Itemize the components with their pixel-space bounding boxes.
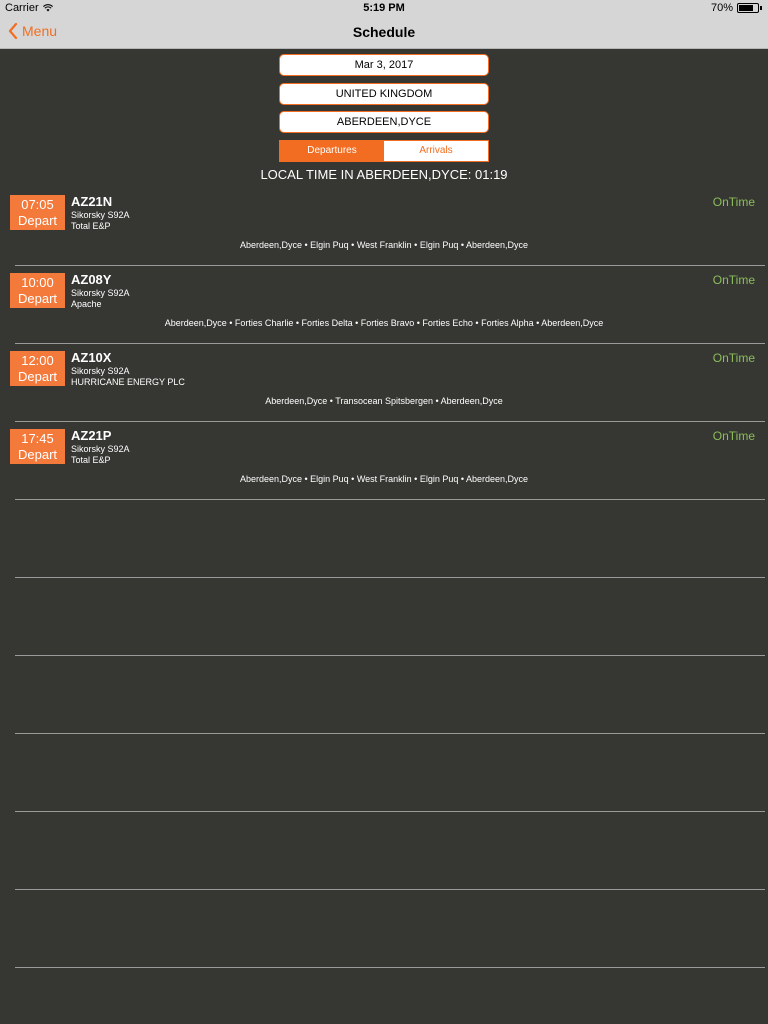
flight-code: AZ08Y: [71, 272, 112, 287]
date-field[interactable]: Mar 3, 2017: [279, 54, 489, 76]
departure-time-badge: 12:00 Depart: [10, 351, 65, 386]
status-time: 5:19 PM: [363, 2, 405, 14]
flight-type: Depart: [17, 213, 58, 228]
flight-type: Depart: [17, 447, 58, 462]
empty-row-separator: [15, 967, 765, 968]
flight-route: Aberdeen,Dyce • Elgin Puq • West Frankli…: [239, 474, 529, 484]
battery-indicator: 70%: [711, 2, 762, 14]
operator-name: Apache: [71, 299, 102, 309]
aircraft-type: Sikorsky S92A: [71, 288, 130, 298]
navigation-bar: Menu Schedule: [0, 16, 768, 49]
row-separator: [15, 343, 765, 344]
airport-field[interactable]: ABERDEEN,DYCE: [279, 111, 489, 133]
empty-row-separator: [15, 733, 765, 734]
flight-type: Depart: [17, 369, 58, 384]
flight-row[interactable]: 10:00 Depart AZ08Y Sikorsky S92A Apache …: [0, 267, 768, 345]
flight-status: OnTime: [712, 273, 755, 287]
departure-time-badge: 10:00 Depart: [10, 273, 65, 308]
flight-row[interactable]: 07:05 Depart AZ21N Sikorsky S92A Total E…: [0, 189, 768, 267]
flight-status: OnTime: [712, 351, 755, 365]
operator-name: Total E&P: [71, 221, 111, 231]
battery-icon: [737, 3, 759, 13]
departure-time-badge: 17:45 Depart: [10, 429, 65, 464]
status-bar: Carrier 5:19 PM 70%: [0, 0, 768, 16]
aircraft-type: Sikorsky S92A: [71, 366, 130, 376]
empty-row-separator: [15, 889, 765, 890]
row-separator: [15, 265, 765, 266]
flight-time: 17:45: [21, 431, 54, 446]
battery-percent: 70%: [710, 2, 733, 14]
aircraft-type: Sikorsky S92A: [71, 444, 130, 454]
flight-route: Aberdeen,Dyce • Transocean Spitsbergen •…: [265, 396, 503, 406]
flight-status: OnTime: [712, 195, 755, 209]
row-separator: [15, 499, 765, 500]
page-title: Schedule: [352, 24, 416, 40]
operator-name: Total E&P: [71, 455, 111, 465]
flight-time: 12:00: [21, 353, 54, 368]
operator-name: HURRICANE ENERGY PLC: [71, 377, 185, 387]
empty-row-separator: [15, 577, 765, 578]
local-time-label: LOCAL TIME IN ABERDEEN,DYCE: 01:19: [260, 167, 508, 182]
row-separator: [15, 421, 765, 422]
flight-code: AZ10X: [71, 350, 112, 365]
departure-time-badge: 07:05 Depart: [10, 195, 65, 230]
flight-type: Depart: [17, 291, 58, 306]
aircraft-type: Sikorsky S92A: [71, 210, 130, 220]
direction-segmented-control: Departures Arrivals: [279, 140, 489, 162]
flight-time: 10:00: [21, 275, 54, 290]
country-field[interactable]: UNITED KINGDOM: [279, 83, 489, 105]
flight-row[interactable]: 17:45 Depart AZ21P Sikorsky S92A Total E…: [0, 423, 768, 501]
arrivals-tab[interactable]: Arrivals: [384, 141, 488, 161]
flight-row[interactable]: 12:00 Depart AZ10X Sikorsky S92A HURRICA…: [0, 345, 768, 423]
empty-row-separator: [15, 811, 765, 812]
empty-row-separator: [15, 655, 765, 656]
flight-route: Aberdeen,Dyce • Forties Charlie • Fortie…: [164, 318, 604, 328]
flight-time: 07:05: [21, 197, 54, 212]
flight-route: Aberdeen,Dyce • Elgin Puq • West Frankli…: [239, 240, 529, 250]
flight-code: AZ21P: [71, 428, 112, 443]
departures-tab[interactable]: Departures: [280, 141, 384, 161]
flight-code: AZ21N: [71, 194, 113, 209]
flight-status: OnTime: [712, 429, 755, 443]
